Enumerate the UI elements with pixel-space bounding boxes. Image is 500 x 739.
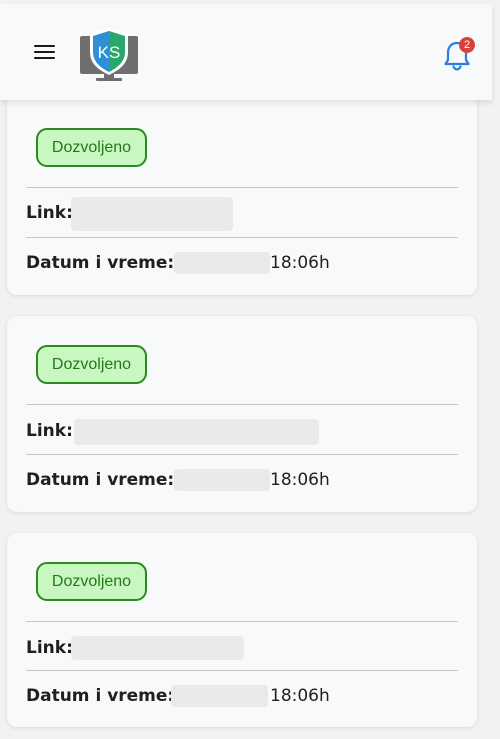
link-label: Link: — [26, 421, 73, 441]
status-badge: Dozvoljeno — [36, 345, 147, 384]
datetime-label: Datum i vreme: — [26, 470, 175, 490]
status-badge: Dozvoljeno — [36, 562, 147, 601]
notification-badge: 2 — [459, 37, 475, 53]
link-value-redacted — [74, 419, 319, 445]
divider — [26, 621, 458, 622]
app-header: KS 2 — [0, 4, 492, 100]
log-entry-card: Dozvoljeno Link: Datum i vreme: 18:06h — [7, 316, 477, 512]
hamburger-menu-icon[interactable] — [34, 42, 56, 62]
divider — [26, 237, 458, 238]
link-value-redacted — [71, 197, 233, 231]
divider — [26, 670, 458, 671]
datetime-label: Datum i vreme: — [26, 253, 175, 273]
status-badge: Dozvoljeno — [36, 128, 147, 167]
menu-line — [34, 45, 55, 47]
logo-text: KS — [98, 43, 121, 62]
time-value: 18:06h — [270, 470, 330, 490]
menu-line — [34, 51, 55, 53]
link-label: Link: — [26, 638, 73, 658]
date-value-redacted — [171, 685, 268, 707]
log-entry-card: Dozvoljeno Link: Datum i vreme: 18:06h — [7, 92, 477, 295]
date-value-redacted — [174, 252, 270, 274]
date-value-redacted — [174, 469, 270, 491]
ks-logo: KS — [80, 28, 138, 81]
divider — [26, 454, 458, 455]
menu-line — [34, 57, 55, 59]
link-value-redacted — [71, 636, 244, 660]
log-entry-card: Dozvoljeno Link: Datum i vreme: 18:06h — [7, 533, 477, 727]
divider — [26, 404, 458, 405]
divider — [26, 187, 458, 188]
link-label: Link: — [26, 203, 73, 223]
app-screen: KS 2 Dozvoljeno Link: Datum i vreme: 18:… — [0, 0, 500, 739]
time-value: 18:06h — [270, 686, 330, 706]
time-value: 18:06h — [270, 253, 330, 273]
datetime-label: Datum i vreme: — [26, 686, 175, 706]
